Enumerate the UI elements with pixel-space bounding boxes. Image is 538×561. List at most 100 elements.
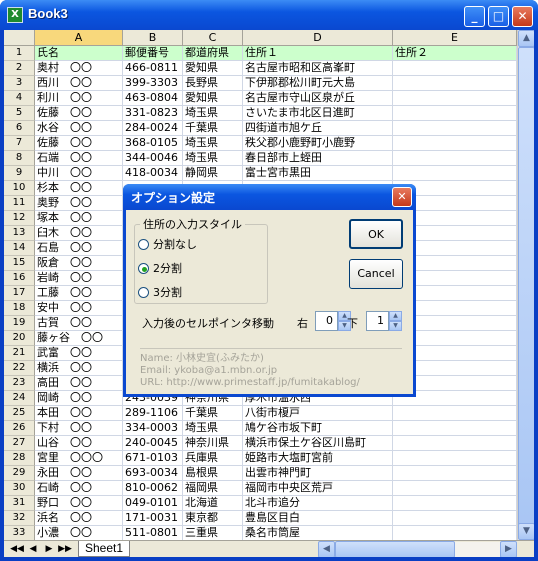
cell-a[interactable]: 西川 〇〇: [35, 76, 123, 91]
cell-c[interactable]: 埼玉県: [183, 136, 243, 151]
cell-e[interactable]: [393, 526, 517, 541]
cell-b[interactable]: 289-1106: [123, 406, 183, 421]
cell-a[interactable]: 小濃 〇〇: [35, 526, 123, 541]
cell-a[interactable]: 永田 〇〇: [35, 466, 123, 481]
row-header[interactable]: 23: [4, 376, 35, 391]
cell-a[interactable]: 臼木 〇〇: [35, 226, 123, 241]
cell-a[interactable]: 下村 〇〇: [35, 421, 123, 436]
cell-b[interactable]: 511-0801: [123, 526, 183, 541]
row-header[interactable]: 32: [4, 511, 35, 526]
cell-b[interactable]: 171-0031: [123, 511, 183, 526]
right-value-input[interactable]: 0: [315, 311, 338, 331]
cell-d[interactable]: 姫路市大塩町宮前: [243, 451, 393, 466]
maximize-button[interactable]: □: [488, 6, 509, 27]
row-header[interactable]: 3: [4, 76, 35, 91]
cell-d[interactable]: 八街市榎戸: [243, 406, 393, 421]
row-header[interactable]: 20: [4, 331, 35, 346]
cell-b[interactable]: 284-0024: [123, 121, 183, 136]
cancel-button[interactable]: Cancel: [349, 259, 403, 289]
row-header[interactable]: 25: [4, 406, 35, 421]
cell-e[interactable]: [393, 136, 517, 151]
spin-down-icon[interactable]: ▼: [389, 321, 402, 331]
cell-e[interactable]: [393, 436, 517, 451]
cell-a[interactable]: 山谷 〇〇: [35, 436, 123, 451]
column-header[interactable]: A: [35, 30, 123, 46]
cell-d[interactable]: 鳩ケ谷市坂下町: [243, 421, 393, 436]
cell-e[interactable]: [393, 451, 517, 466]
cell-b[interactable]: 693-0034: [123, 466, 183, 481]
row-header[interactable]: 33: [4, 526, 35, 541]
cell-b[interactable]: 399-3303: [123, 76, 183, 91]
cell-a[interactable]: 工藤 〇〇: [35, 286, 123, 301]
cell-d[interactable]: 名古屋市守山区泉が丘: [243, 91, 393, 106]
horizontal-scrollbar[interactable]: ◀ ▶: [318, 541, 517, 557]
cell-c[interactable]: 東京都: [183, 511, 243, 526]
scroll-left-icon[interactable]: ◀: [318, 541, 335, 557]
row-header[interactable]: 6: [4, 121, 35, 136]
cell-a[interactable]: 武富 〇〇: [35, 346, 123, 361]
cell-a[interactable]: 塚本 〇〇: [35, 211, 123, 226]
row-header[interactable]: 7: [4, 136, 35, 151]
cell-c[interactable]: 埼玉県: [183, 106, 243, 121]
cell-a[interactable]: 野口 〇〇: [35, 496, 123, 511]
row-header[interactable]: 18: [4, 301, 35, 316]
cell-e[interactable]: [393, 106, 517, 121]
cell-c[interactable]: 神奈川県: [183, 436, 243, 451]
row-header[interactable]: 15: [4, 256, 35, 271]
down-value-input[interactable]: 1: [366, 311, 389, 331]
cell-a[interactable]: 石島 〇〇: [35, 241, 123, 256]
row-header[interactable]: 11: [4, 196, 35, 211]
cell-d[interactable]: さいたま市北区日進町: [243, 106, 393, 121]
row-header[interactable]: 10: [4, 181, 35, 196]
row-header[interactable]: 9: [4, 166, 35, 181]
cell-b[interactable]: 463-0804: [123, 91, 183, 106]
cell-a[interactable]: 石崎 〇〇: [35, 481, 123, 496]
cell-e[interactable]: [393, 466, 517, 481]
cell-a[interactable]: 氏名: [35, 46, 123, 61]
row-header[interactable]: 24: [4, 391, 35, 406]
cell-c[interactable]: 千葉県: [183, 406, 243, 421]
row-header[interactable]: 2: [4, 61, 35, 76]
cell-b[interactable]: 368-0105: [123, 136, 183, 151]
row-header[interactable]: 22: [4, 361, 35, 376]
close-button[interactable]: ✕: [512, 6, 533, 27]
row-header[interactable]: 1: [4, 46, 35, 61]
radio-three-split[interactable]: 3分割: [138, 284, 182, 300]
cell-c[interactable]: 都道府県: [183, 46, 243, 61]
cell-e[interactable]: [393, 496, 517, 511]
sheet-tab[interactable]: Sheet1: [78, 541, 131, 557]
cell-e[interactable]: 住所２: [393, 46, 517, 61]
cell-e[interactable]: [393, 76, 517, 91]
cell-e[interactable]: [393, 121, 517, 136]
row-header[interactable]: 16: [4, 271, 35, 286]
cell-a[interactable]: 佐藤 〇〇: [35, 136, 123, 151]
cell-e[interactable]: [393, 511, 517, 526]
row-header[interactable]: 28: [4, 451, 35, 466]
cell-e[interactable]: [393, 166, 517, 181]
cell-a[interactable]: 利川 〇〇: [35, 91, 123, 106]
cell-c[interactable]: 三重県: [183, 526, 243, 541]
cell-b[interactable]: 049-0101: [123, 496, 183, 511]
hscroll-thumb[interactable]: [335, 541, 455, 557]
cell-c[interactable]: 福岡県: [183, 481, 243, 496]
cell-c[interactable]: 愛知県: [183, 61, 243, 76]
row-header[interactable]: 30: [4, 481, 35, 496]
cell-a[interactable]: 岩崎 〇〇: [35, 271, 123, 286]
radio-no-split[interactable]: 分割なし: [138, 236, 197, 252]
cell-e[interactable]: [393, 421, 517, 436]
vertical-scrollbar[interactable]: ▲ ▼: [517, 30, 534, 540]
cell-a[interactable]: 宮里 〇〇〇: [35, 451, 123, 466]
title-bar[interactable]: X Book3 _ □ ✕: [0, 0, 538, 30]
cell-e[interactable]: [393, 91, 517, 106]
cell-d[interactable]: 春日部市上蛭田: [243, 151, 393, 166]
column-header[interactable]: B: [123, 30, 183, 46]
cell-d[interactable]: 桑名市筒屋: [243, 526, 393, 541]
cell-d[interactable]: 横浜市保土ケ谷区川島町: [243, 436, 393, 451]
cell-e[interactable]: [393, 61, 517, 76]
row-header[interactable]: 14: [4, 241, 35, 256]
cell-d[interactable]: 四街道市旭ケ丘: [243, 121, 393, 136]
cell-e[interactable]: [393, 151, 517, 166]
dialog-title-bar[interactable]: オプション設定 ✕: [123, 184, 416, 210]
cell-c[interactable]: 埼玉県: [183, 421, 243, 436]
cell-a[interactable]: 横浜 〇〇: [35, 361, 123, 376]
